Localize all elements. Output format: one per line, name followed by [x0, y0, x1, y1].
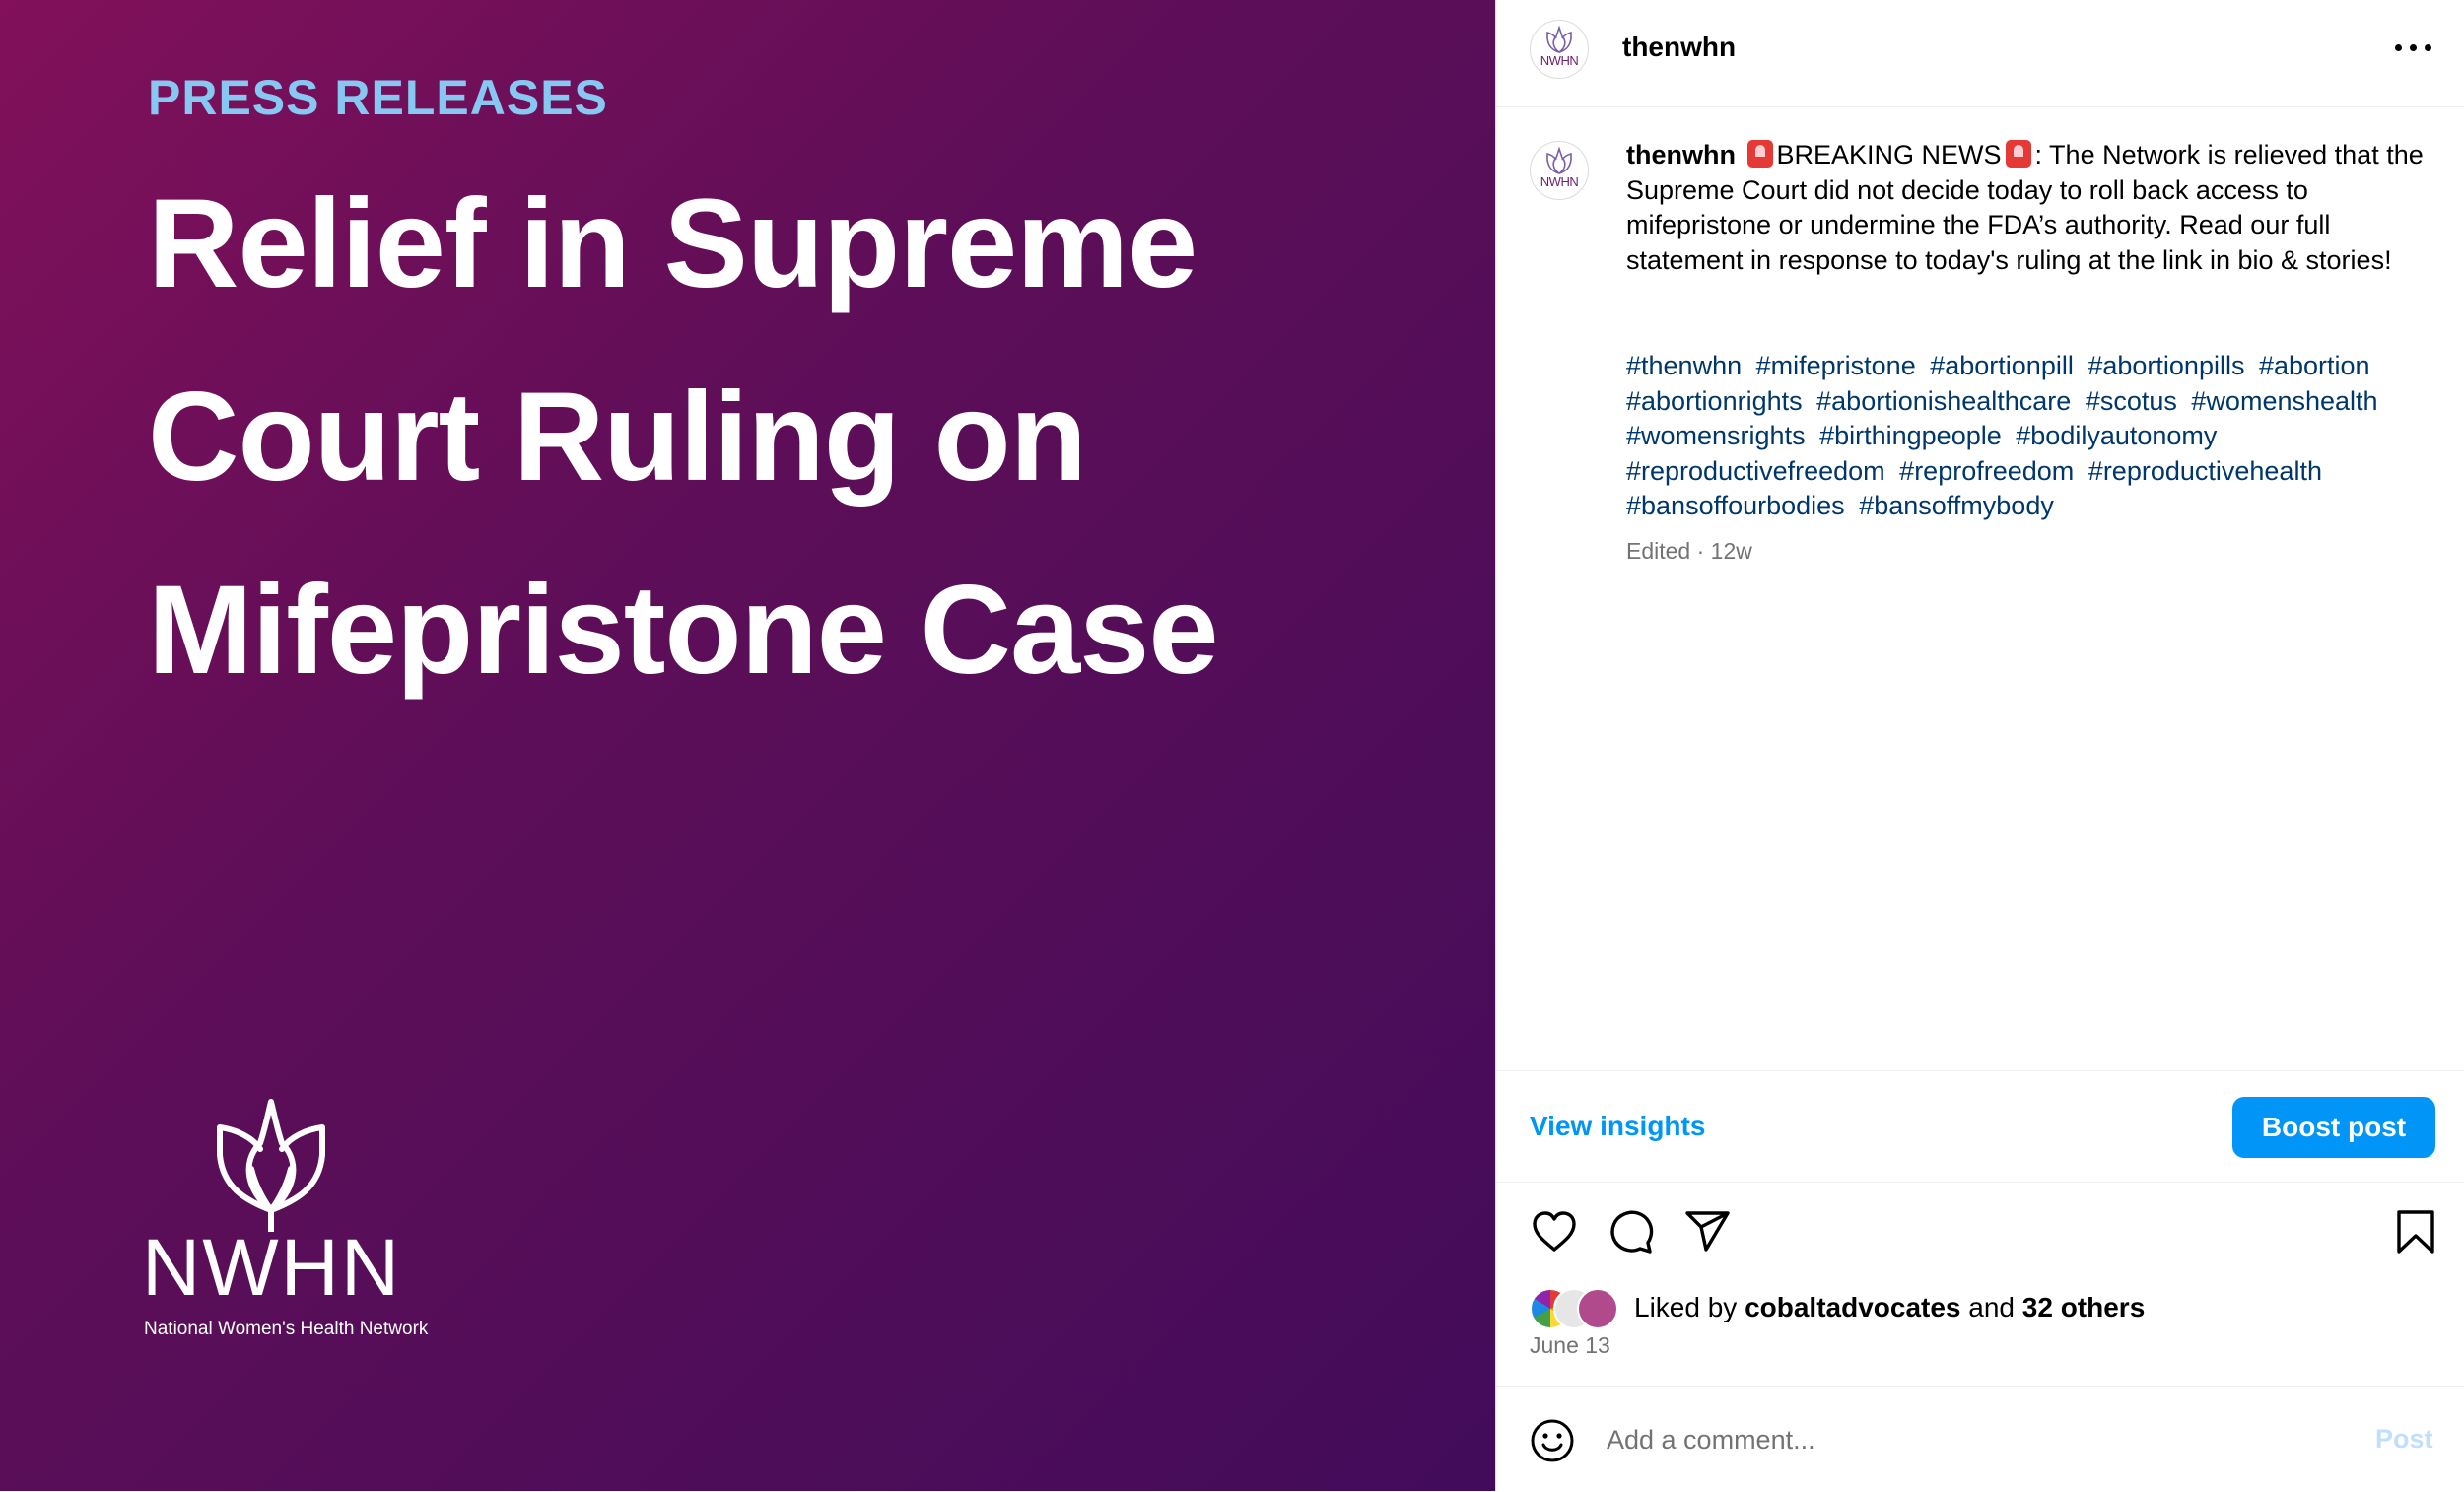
hashtag-link[interactable]: #reprofreedom: [1899, 456, 2074, 486]
hashtag-link[interactable]: #bodilyautonomy: [2016, 421, 2217, 450]
press-releases-kicker: PRESS RELEASES: [148, 70, 608, 125]
likes-middle: and: [1960, 1292, 2022, 1322]
avatar-label: NWHN: [1540, 53, 1579, 68]
post-image-headline: Relief in Supreme Court Ruling on Mifepr…: [148, 173, 1219, 701]
liker-avatar[interactable]: [1577, 1288, 1618, 1329]
comment-input[interactable]: [1605, 1414, 2298, 1465]
siren-icon: [1746, 140, 1773, 168]
hashtag-link[interactable]: #bansoffourbodies: [1626, 491, 1845, 520]
more-options-button[interactable]: [2393, 35, 2440, 59]
logo-tagline: National Women's Health Network: [144, 1319, 429, 1339]
hashtag-link[interactable]: #abortionishealthcare: [1816, 386, 2071, 416]
logo-wordmark: NWHN: [142, 1223, 402, 1313]
likes-prefix: Liked by: [1634, 1292, 1745, 1322]
siren-icon: [2005, 140, 2031, 168]
hashtag-link[interactable]: #scotus: [2086, 386, 2177, 416]
comment-bar: Post: [1496, 1386, 2464, 1492]
hashtag-link[interactable]: #abortionpill: [1930, 351, 2074, 380]
likes-others-link[interactable]: 32 others: [2022, 1292, 2146, 1322]
more-dot: [2410, 44, 2417, 51]
nwhn-logo: NWHN National Women's Health Network: [142, 1094, 438, 1350]
post-header: NWHN thenwhn: [1496, 0, 2464, 107]
view-insights-link[interactable]: View insights: [1530, 1111, 1705, 1142]
hashtag-list: #thenwhn #mifepristone #abortionpill #ab…: [1626, 349, 2434, 524]
caption-username[interactable]: thenwhn: [1626, 140, 1736, 170]
hashtag-link[interactable]: #birthingpeople: [1819, 421, 2002, 450]
hashtag-link[interactable]: #womenshealth: [2191, 386, 2377, 416]
share-icon[interactable]: [1683, 1207, 1733, 1256]
hashtag-link[interactable]: #abortionpills: [2088, 351, 2244, 380]
likes-row: Liked by cobaltadvocates and 32 others: [1530, 1286, 2436, 1329]
caption-breaking: BREAKING NEWS: [1776, 140, 2002, 170]
hashtag-link[interactable]: #mifepristone: [1756, 351, 1916, 380]
insights-bar: View insights Boost post: [1496, 1070, 2464, 1183]
header-username[interactable]: thenwhn: [1622, 32, 1736, 63]
profile-avatar[interactable]: NWHN: [1530, 20, 1589, 79]
hashtag-link[interactable]: #abortion: [2259, 351, 2370, 380]
post-details-panel: NWHN thenwhn NWHN thenwhn BREAKING NEWS:…: [1495, 0, 2464, 1491]
post-comment-button[interactable]: Post: [2375, 1424, 2433, 1455]
more-horizontal-icon: [2395, 44, 2402, 51]
hashtag-link[interactable]: #womensrights: [1626, 421, 1806, 450]
caption-avatar[interactable]: NWHN: [1530, 141, 1589, 200]
hashtag-link[interactable]: #thenwhn: [1626, 351, 1742, 380]
post-date: June 13: [1530, 1332, 1610, 1358]
boost-post-button[interactable]: Boost post: [2232, 1097, 2435, 1158]
more-dot: [2425, 44, 2431, 51]
heart-icon[interactable]: [1530, 1207, 1579, 1256]
hashtag-link[interactable]: #reproductivefreedom: [1626, 456, 1885, 486]
lotus-icon: [217, 1099, 325, 1232]
liker-username[interactable]: cobaltadvocates: [1745, 1292, 1960, 1322]
bookmark-icon[interactable]: [2391, 1207, 2440, 1256]
emoji-smile-icon[interactable]: [1530, 1418, 1575, 1463]
caption-text: thenwhn BREAKING NEWS: The Network is re…: [1626, 138, 2425, 278]
post-image[interactable]: PRESS RELEASES Relief in Supreme Court R…: [0, 0, 1495, 1491]
avatar-label: NWHN: [1540, 174, 1579, 189]
hashtag-link[interactable]: #bansoffmybody: [1859, 491, 2054, 520]
hashtag-link[interactable]: #reproductivehealth: [2088, 456, 2322, 486]
post-meta: Edited · 12w: [1626, 538, 1752, 564]
likes-summary: Liked by cobaltadvocates and 32 others: [1634, 1292, 2145, 1323]
comment-icon[interactable]: [1607, 1207, 1656, 1256]
hashtag-link[interactable]: #abortionrights: [1626, 386, 1803, 416]
